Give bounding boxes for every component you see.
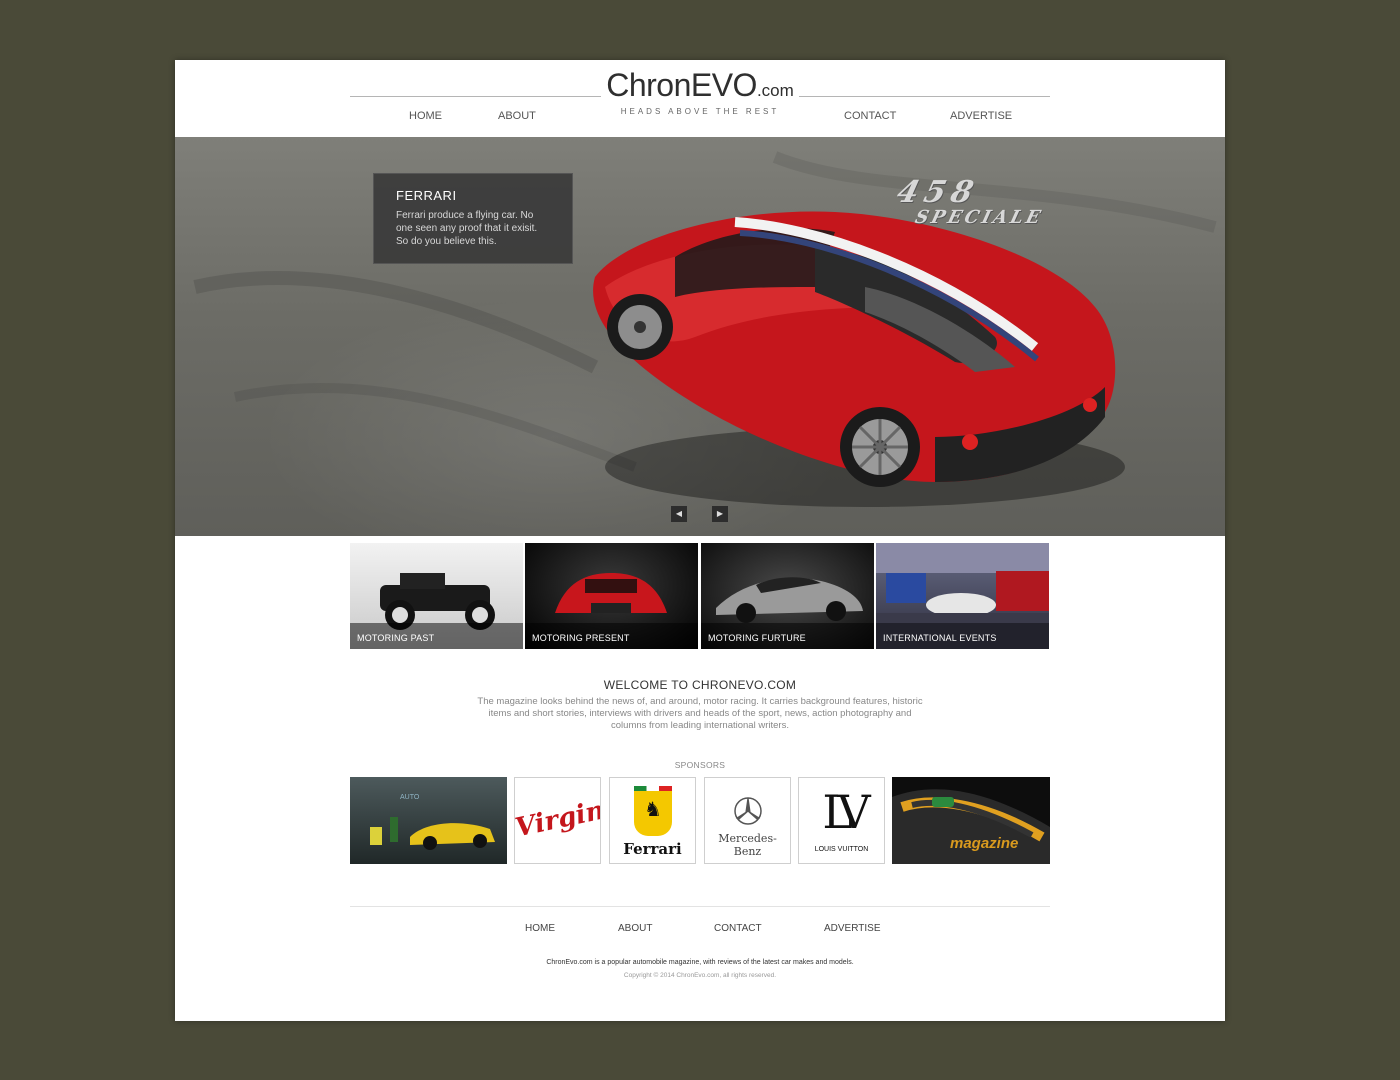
sponsor-louis-vuitton[interactable]: LV LOUIS VUITTON (798, 777, 885, 864)
sponsors-title: SPONSORS (674, 760, 726, 770)
footer-nav-about[interactable]: ABOUT (618, 923, 652, 934)
lv-monogram: LV (822, 785, 870, 839)
slider-next-icon[interactable]: ▶ (712, 506, 728, 522)
category-label-future: MOTORING FURTURE (708, 633, 806, 643)
mercedes-star-icon (734, 797, 762, 825)
prancing-horse-icon: ♞ (644, 799, 662, 821)
sponsor-ferrari[interactable]: ♞ Ferrari (609, 777, 696, 864)
footer-divider (350, 906, 1050, 907)
hero-caption: FERRARI Ferrari produce a flying car. No… (373, 173, 573, 264)
category-tile-present[interactable]: MOTORING PRESENT (525, 543, 698, 649)
page-container: ChronEVO.com HEADS ABOVE THE REST HOME A… (175, 60, 1225, 1021)
virgin-logo: Virgin (514, 795, 601, 844)
lv-wordmark: LOUIS VUITTON (814, 846, 869, 853)
slider-prev-icon[interactable]: ◀ (671, 506, 687, 522)
footer-nav-contact[interactable]: CONTACT (714, 923, 762, 934)
logo-main-text: ChronEVO (606, 67, 757, 103)
category-tile-events[interactable]: INTERNATIONAL EVENTS (876, 543, 1049, 649)
header-divider-right (799, 96, 1050, 97)
header-divider-left (350, 96, 601, 97)
category-tile-past[interactable]: MOTORING PAST (350, 543, 523, 649)
sponsor-mercedes[interactable]: Mercedes-Benz (704, 777, 791, 864)
hero-badge-number: 458 (893, 175, 983, 210)
nav-advertise[interactable]: ADVERTISE (950, 110, 1012, 122)
category-tiles: MOTORING PAST MOTORING PRESENT MOTORING … (350, 543, 1050, 649)
category-tile-future[interactable]: MOTORING FURTURE (701, 543, 874, 649)
footer-copyright: Copyright © 2014 ChronEvo.com, all right… (623, 972, 777, 979)
magazine-wordmark: magazine (950, 835, 1019, 852)
mercedes-wordmark: Mercedes-Benz (718, 832, 777, 858)
yellow-lamborghini-image: AUTO (370, 794, 495, 850)
site-logo[interactable]: ChronEVO.com HEADS ABOVE THE REST (600, 66, 800, 116)
hero-caption-text: Ferrari produce a flying car. No one see… (396, 210, 538, 247)
hero-caption-title: FERRARI (396, 188, 457, 203)
sponsor-magazine[interactable]: magazine (892, 777, 1050, 864)
nav-about[interactable]: ABOUT (498, 110, 536, 122)
welcome-text: The magazine looks behind the news of, a… (477, 696, 923, 731)
footer-nav-advertise[interactable]: ADVERTISE (824, 923, 881, 934)
logo-tagline: HEADS ABOVE THE REST (620, 107, 780, 116)
nav-home[interactable]: HOME (409, 110, 442, 122)
site-header: ChronEVO.com HEADS ABOVE THE REST HOME A… (175, 60, 1225, 137)
hero-model-badge: 458 SPECIALE (889, 175, 1053, 228)
svg-text:AUTO: AUTO (400, 794, 420, 801)
footer-description: ChronEvo.com is a popular automobile mag… (546, 959, 854, 966)
logo-suffix: .com (756, 81, 794, 100)
ferrari-shield-icon: ♞ (634, 786, 672, 836)
hero-car-image (193, 151, 1217, 507)
sponsor-garage[interactable]: AUTO (350, 777, 507, 864)
welcome-title: WELCOME TO CHRONEVO.COM (603, 678, 797, 692)
category-label-events: INTERNATIONAL EVENTS (883, 633, 997, 643)
sponsor-virgin[interactable]: Virgin (514, 777, 601, 864)
hero-badge-name: SPECIALE (912, 207, 1046, 228)
hero-slider: 458 SPECIALE FERRARI Ferrari produce a f… (175, 137, 1225, 536)
footer-nav-home[interactable]: HOME (525, 923, 555, 934)
category-label-present: MOTORING PRESENT (532, 633, 630, 643)
ferrari-wordmark: Ferrari (623, 840, 682, 858)
nav-contact[interactable]: CONTACT (844, 110, 896, 122)
category-label-past: MOTORING PAST (357, 633, 435, 643)
